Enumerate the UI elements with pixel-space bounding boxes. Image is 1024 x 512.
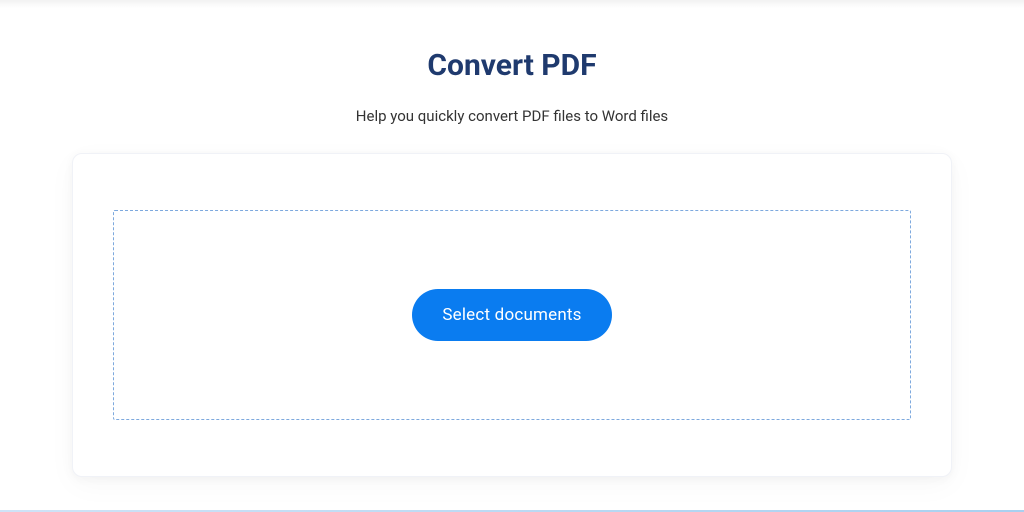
- main-container: Convert PDF Help you quickly convert PDF…: [0, 0, 1024, 477]
- page-subtitle: Help you quickly convert PDF files to Wo…: [356, 107, 668, 125]
- upload-card: Select documents: [72, 153, 952, 477]
- file-dropzone[interactable]: Select documents: [113, 210, 911, 420]
- page-title: Convert PDF: [427, 48, 596, 83]
- select-documents-button[interactable]: Select documents: [412, 289, 611, 341]
- top-shadow: [0, 0, 1024, 8]
